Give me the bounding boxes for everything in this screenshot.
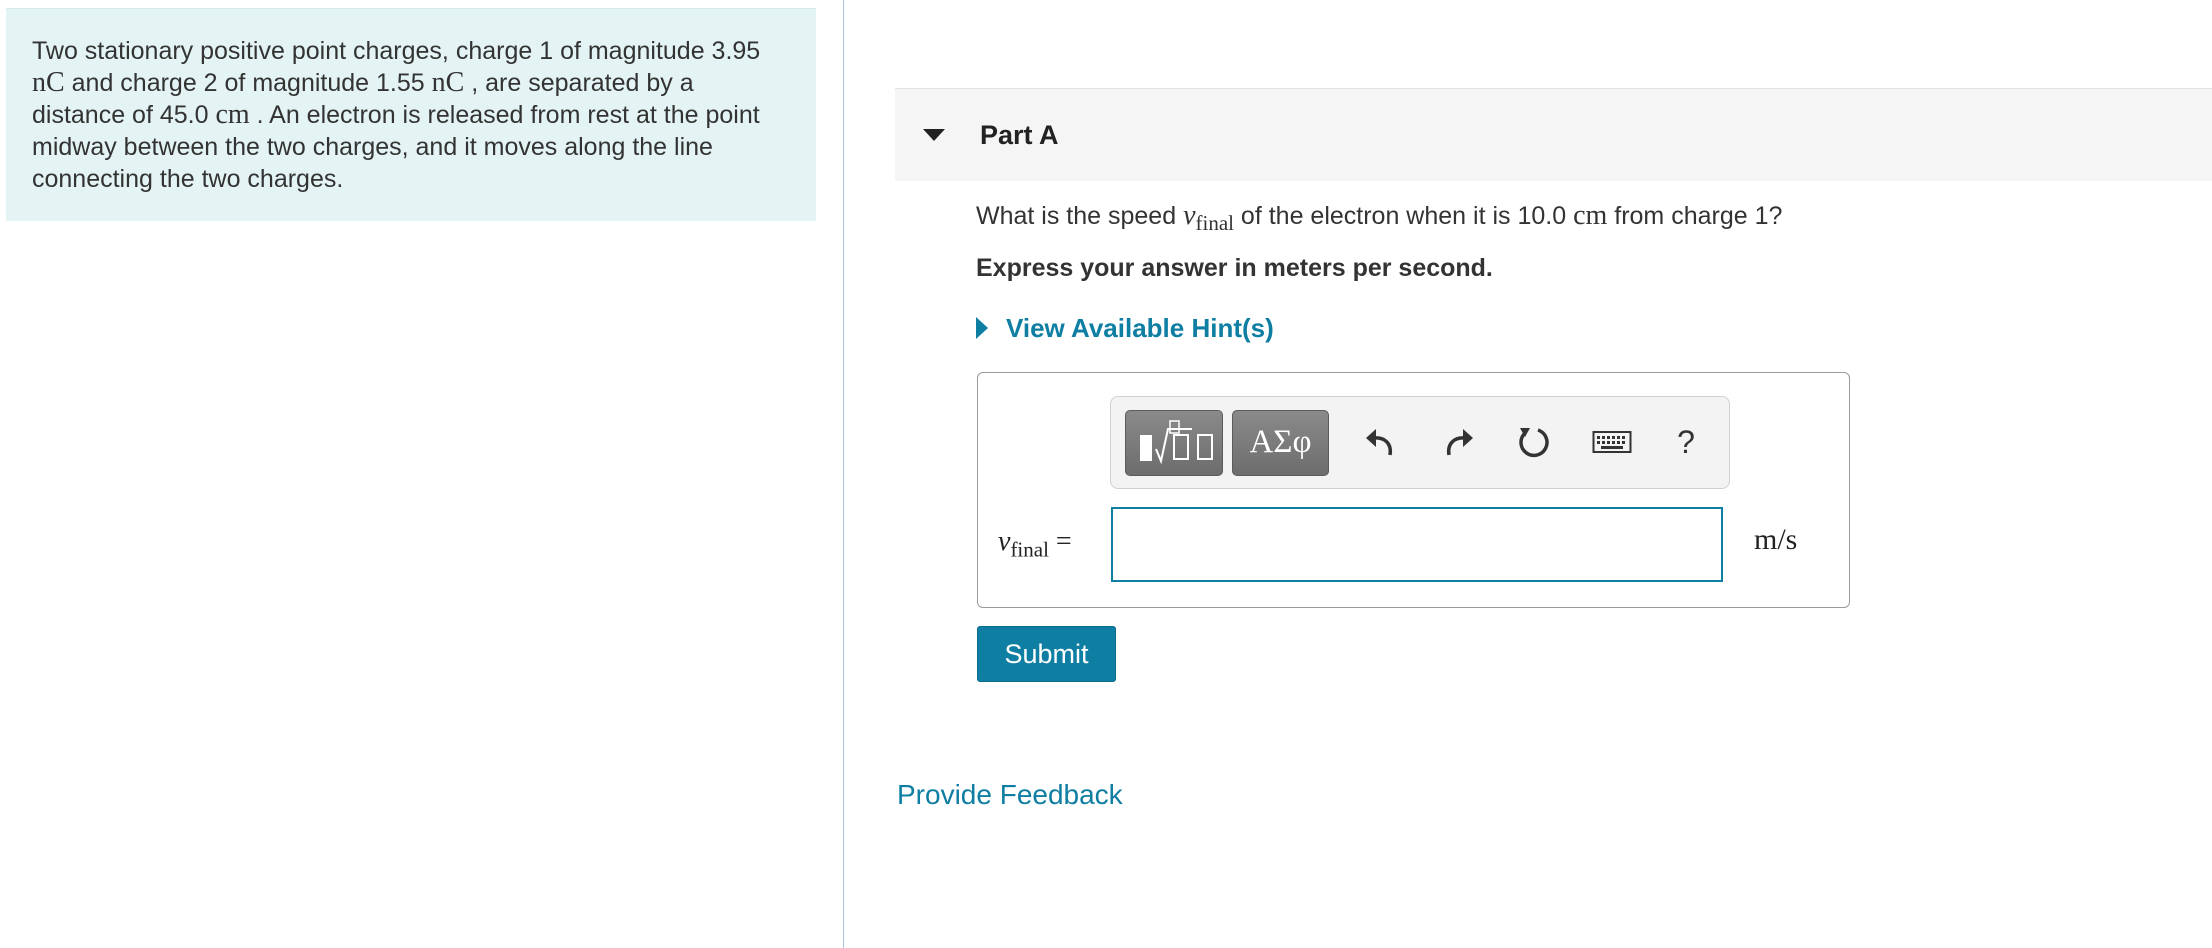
- problem-statement: Two stationary positive point charges, c…: [6, 8, 816, 221]
- keyboard-icon[interactable]: [1587, 417, 1637, 467]
- answer-box: ΑΣφ ? vfinal = m/s: [977, 372, 1850, 608]
- view-hints-link[interactable]: View Available Hint(s): [976, 313, 1274, 344]
- submit-button[interactable]: Submit: [977, 626, 1116, 682]
- collapse-caret-icon[interactable]: [923, 129, 945, 141]
- math-toolbar: ΑΣφ ?: [1110, 396, 1730, 489]
- question-unit: cm: [1573, 200, 1608, 231]
- question-mid: of the electron when it is 10.0: [1233, 202, 1574, 230]
- question-post: from charge 1?: [1607, 202, 1783, 230]
- answer-variable: vfinal =: [998, 526, 1072, 563]
- part-a-header[interactable]: Part A: [895, 88, 2212, 181]
- lhs-equals: =: [1048, 526, 1072, 557]
- problem-text-1: Two stationary positive point charges, c…: [32, 37, 761, 65]
- undo-icon[interactable]: [1356, 417, 1406, 467]
- expand-caret-icon: [976, 317, 988, 339]
- unit-nc-2: nC: [431, 67, 465, 98]
- help-button[interactable]: ?: [1661, 417, 1711, 467]
- provide-feedback-link[interactable]: Provide Feedback: [897, 779, 1123, 811]
- question-pre: What is the speed: [976, 202, 1184, 230]
- reset-icon[interactable]: [1509, 417, 1559, 467]
- var-subscript: final: [1195, 211, 1234, 235]
- template-sqrt-icon[interactable]: [1125, 410, 1223, 476]
- problem-text-2: and charge 2 of magnitude 1.55: [64, 69, 432, 97]
- problem-pane: Two stationary positive point charges, c…: [0, 0, 843, 948]
- unit-nc-1: nC: [32, 67, 65, 98]
- redo-icon[interactable]: [1433, 417, 1483, 467]
- answer-units: m/s: [1754, 523, 1798, 556]
- unit-cm: cm: [215, 99, 250, 130]
- lhs-symbol: v: [998, 526, 1011, 557]
- part-title: Part A: [980, 120, 1059, 150]
- answer-instruction: Express your answer in meters per second…: [976, 254, 1493, 282]
- answer-input[interactable]: [1111, 507, 1723, 582]
- hint-label: View Available Hint(s): [1006, 313, 1274, 343]
- question-text: What is the speed vfinal of the electron…: [976, 200, 1782, 236]
- greek-symbols-button[interactable]: ΑΣφ: [1232, 410, 1329, 476]
- var-symbol: v: [1183, 200, 1196, 231]
- pane-divider[interactable]: [843, 0, 844, 948]
- lhs-subscript: final: [1010, 537, 1049, 562]
